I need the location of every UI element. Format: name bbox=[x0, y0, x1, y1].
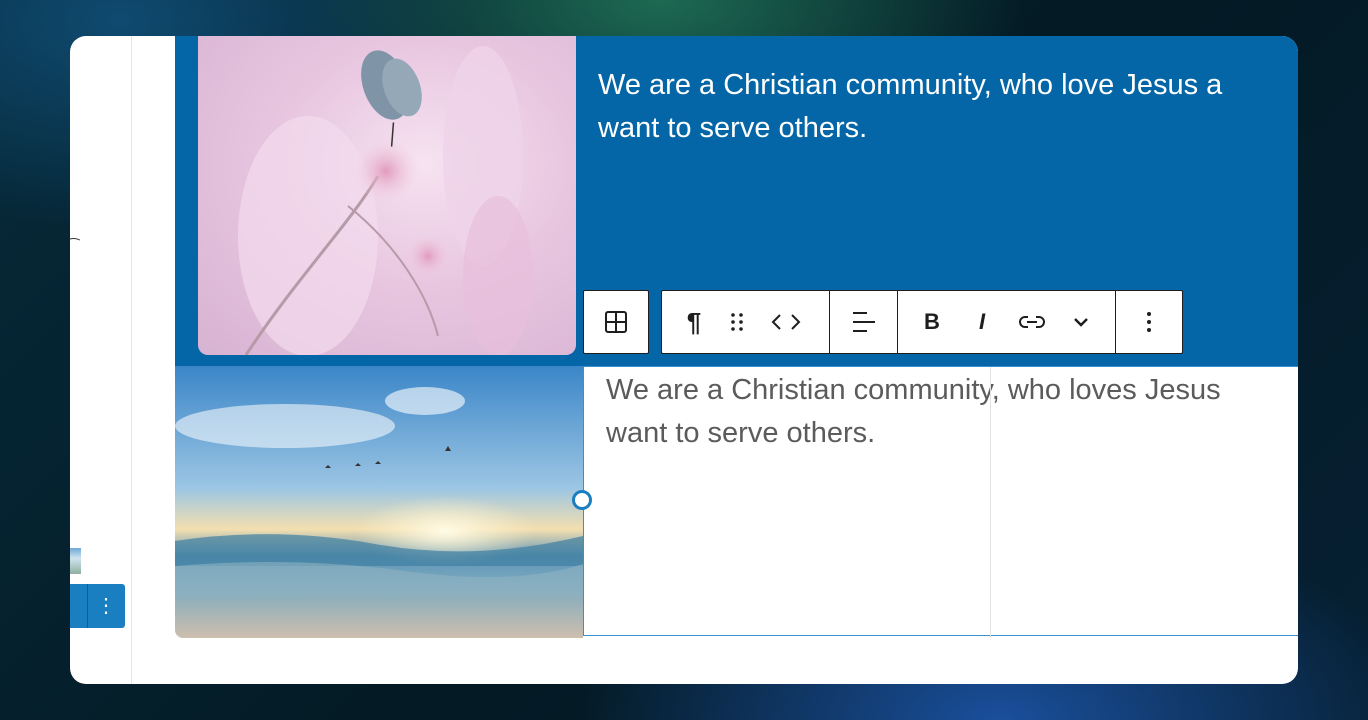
bottom-paragraph[interactable]: We are a Christian community, who loves … bbox=[606, 369, 1221, 455]
butterfly-image[interactable] bbox=[198, 36, 576, 355]
top-line-1: We are a Christian community, who love J… bbox=[598, 69, 1223, 101]
resize-handle[interactable] bbox=[572, 490, 592, 510]
drag-handle-icon[interactable] bbox=[720, 291, 754, 353]
toolbar-separator bbox=[897, 291, 898, 353]
column-guide-line bbox=[990, 367, 991, 637]
toolbar-layout-group bbox=[583, 290, 649, 354]
link-icon[interactable] bbox=[1012, 291, 1052, 353]
block-toolbar: ¶ B I bbox=[661, 290, 1183, 354]
sidebar-thumbnail[interactable] bbox=[70, 548, 81, 574]
editor-window: ⁀ ⋮ bbox=[70, 36, 1298, 684]
sidebar-divider bbox=[131, 36, 132, 684]
align-icon[interactable] bbox=[830, 291, 896, 353]
bottom-line-1: We are a Christian community, who loves … bbox=[606, 374, 1221, 406]
more-options-chevron-icon[interactable] bbox=[1062, 291, 1100, 353]
italic-button[interactable]: I bbox=[962, 291, 1002, 353]
paragraph-icon[interactable]: ¶ bbox=[674, 291, 714, 353]
move-arrows-icon[interactable] bbox=[762, 291, 810, 353]
button-separator bbox=[87, 584, 88, 628]
collapse-arrow-icon[interactable]: ⁀ bbox=[70, 238, 79, 255]
more-vertical-icon: ⋮ bbox=[96, 595, 116, 617]
more-vertical-icon[interactable] bbox=[1116, 291, 1182, 353]
top-paragraph[interactable]: We are a Christian community, who love J… bbox=[598, 64, 1298, 150]
layout-grid-icon[interactable] bbox=[584, 291, 648, 353]
bottom-line-2: want to serve others. bbox=[606, 417, 876, 449]
beach-sunrise-image[interactable] bbox=[175, 366, 583, 638]
top-line-2: want to serve others. bbox=[598, 112, 868, 144]
sidebar-options-button[interactable]: ⋮ bbox=[70, 584, 125, 628]
bottom-text-area[interactable]: We are a Christian community, who loves … bbox=[583, 366, 1298, 637]
bold-button[interactable]: B bbox=[912, 291, 952, 353]
media-text-block-bottom[interactable]: We are a Christian community, who loves … bbox=[175, 366, 1298, 638]
